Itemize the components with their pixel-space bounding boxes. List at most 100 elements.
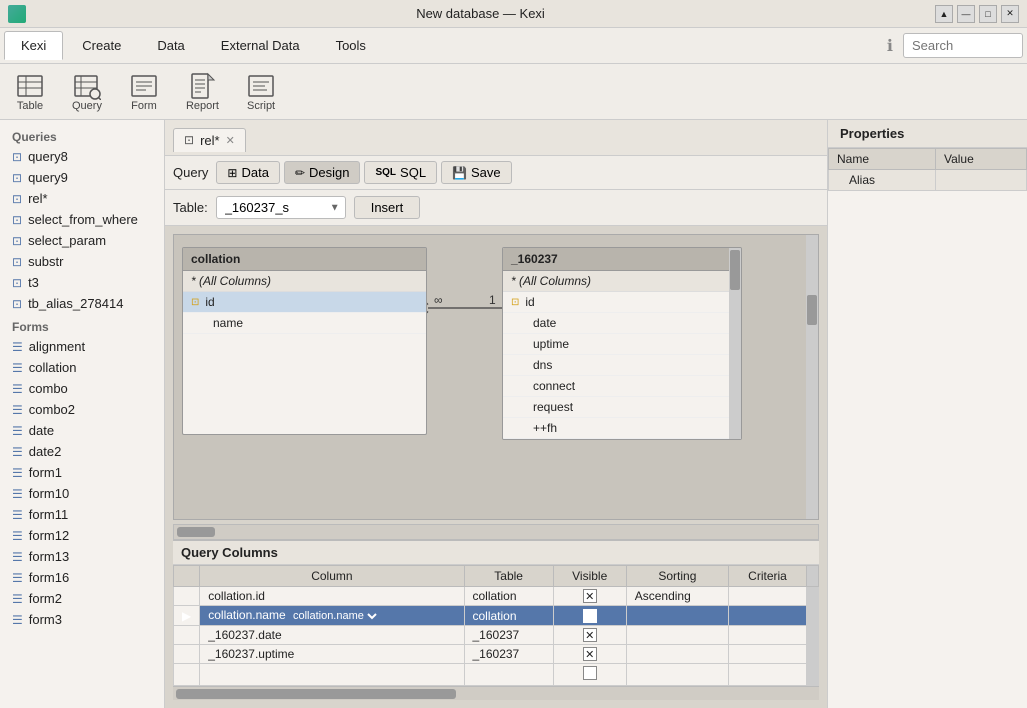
table-box-160237-ffh[interactable]: ++fh <box>503 418 741 439</box>
col-sorting[interactable] <box>626 645 728 664</box>
sidebar-item-form11[interactable]: ☰form11 <box>0 504 164 525</box>
col-table[interactable] <box>464 664 553 686</box>
col-column[interactable] <box>200 664 464 686</box>
toolbar-report[interactable]: Report <box>178 68 227 116</box>
design-button[interactable]: ✏ Design <box>284 161 361 184</box>
sidebar: Queries ⊡query8 ⊡query9 ⊡rel* ⊡select_fr… <box>0 120 165 708</box>
col-table[interactable]: collation <box>464 606 553 626</box>
col-visible[interactable]: ✕ <box>553 606 626 626</box>
col-visible[interactable]: ✕ <box>553 645 626 664</box>
row-arrow: ▶ <box>174 606 200 626</box>
table-box-160237-uptime[interactable]: uptime <box>503 334 741 355</box>
menu-tab-create[interactable]: Create <box>65 31 138 60</box>
toolbar-query[interactable]: Query <box>64 68 110 116</box>
toolbar-table[interactable]: Table <box>8 68 52 116</box>
checkbox-checked[interactable]: ✕ <box>583 647 597 661</box>
menu-tab-data[interactable]: Data <box>140 31 201 60</box>
col-criteria[interactable] <box>729 626 807 645</box>
table-select[interactable]: _160237_s <box>216 196 346 219</box>
checkbox-checked[interactable]: ✕ <box>583 609 597 623</box>
menu-tab-kexi[interactable]: Kexi <box>4 31 63 60</box>
window-title: New database — Kexi <box>26 6 935 21</box>
sidebar-item-query8[interactable]: ⊡query8 <box>0 146 164 167</box>
sidebar-item-form3[interactable]: ☰form3 <box>0 609 164 630</box>
col-sorting[interactable] <box>626 626 728 645</box>
col-criteria[interactable] <box>729 587 807 606</box>
col-sorting[interactable]: Ascending <box>626 587 728 606</box>
column-select[interactable]: collation.name <box>289 609 380 623</box>
sidebar-item-form10[interactable]: ☰form10 <box>0 483 164 504</box>
table-box-160237-connect[interactable]: connect <box>503 376 741 397</box>
col-column[interactable]: collation.name collation.name <box>200 606 464 626</box>
save-button[interactable]: 💾 Save <box>441 161 512 184</box>
sidebar-item-alignment[interactable]: ☰alignment <box>0 336 164 357</box>
col-table[interactable]: collation <box>464 587 553 606</box>
col-table[interactable]: _160237 <box>464 626 553 645</box>
toolbar-form[interactable]: Form <box>122 68 166 116</box>
table-box-160237-allcols[interactable]: * (All Columns) <box>503 271 741 292</box>
data-button[interactable]: ⊞ Data <box>216 161 280 184</box>
col-visible[interactable] <box>553 664 626 686</box>
sidebar-item-select-from-where[interactable]: ⊡select_from_where <box>0 209 164 230</box>
design-hscroll[interactable] <box>173 524 819 540</box>
col-column[interactable]: _160237.uptime <box>200 645 464 664</box>
table-box-collation-name[interactable]: name <box>183 313 426 334</box>
table-box-160237-request[interactable]: request <box>503 397 741 418</box>
sidebar-item-date[interactable]: ☰date <box>0 420 164 441</box>
col-visible[interactable]: ✕ <box>553 587 626 606</box>
win-btn-up[interactable]: ▲ <box>935 5 953 23</box>
design-area-vscroll[interactable] <box>806 235 818 519</box>
col-sorting[interactable] <box>626 606 728 626</box>
sidebar-item-query9[interactable]: ⊡query9 <box>0 167 164 188</box>
table-box-160237-id[interactable]: ⊡ id <box>503 292 741 313</box>
toolbar-script[interactable]: Script <box>239 68 283 116</box>
search-input[interactable] <box>903 33 1023 58</box>
sidebar-item-form12[interactable]: ☰form12 <box>0 525 164 546</box>
qc-hscroll[interactable] <box>173 686 819 700</box>
sidebar-item-substr[interactable]: ⊡substr <box>0 251 164 272</box>
checkbox-unchecked[interactable] <box>583 666 597 680</box>
col-column[interactable]: _160237.date <box>200 626 464 645</box>
col-criteria[interactable] <box>729 606 807 626</box>
menu-tab-external-data[interactable]: External Data <box>204 31 317 60</box>
prop-value-alias[interactable] <box>935 170 1026 191</box>
win-btn-maximize[interactable]: □ <box>979 5 997 23</box>
col-column[interactable]: collation.id <box>200 587 464 606</box>
sidebar-item-form16[interactable]: ☰form16 <box>0 567 164 588</box>
col-visible[interactable]: ✕ <box>553 626 626 645</box>
table-box-collation-allcols[interactable]: * (All Columns) <box>183 271 426 292</box>
sidebar-item-combo2[interactable]: ☰combo2 <box>0 399 164 420</box>
table-box-scrollbar[interactable] <box>729 248 741 439</box>
menu-tab-tools[interactable]: Tools <box>319 31 383 60</box>
toolbar-query-label: Query <box>72 100 102 112</box>
sidebar-item-select-param[interactable]: ⊡select_param <box>0 230 164 251</box>
sidebar-item-combo[interactable]: ☰combo <box>0 378 164 399</box>
table-box-160237-date[interactable]: date <box>503 313 741 334</box>
query-icon <box>73 72 101 100</box>
close-icon[interactable]: ✕ <box>226 134 235 147</box>
win-btn-minimize[interactable]: — <box>957 5 975 23</box>
table-box-collation-id[interactable]: ⊡ id <box>183 292 426 313</box>
info-icon[interactable]: ℹ <box>887 36 893 56</box>
sidebar-item-form1[interactable]: ☰form1 <box>0 462 164 483</box>
insert-button[interactable]: Insert <box>354 196 421 219</box>
sidebar-item-form13[interactable]: ☰form13 <box>0 546 164 567</box>
col-criteria[interactable] <box>729 645 807 664</box>
col-table[interactable]: _160237 <box>464 645 553 664</box>
sql-button[interactable]: SQL SQL <box>364 161 437 184</box>
sidebar-item-collation[interactable]: ☰collation <box>0 357 164 378</box>
col-header-visible: Visible <box>553 566 626 587</box>
table-box-160237-dns[interactable]: dns <box>503 355 741 376</box>
col-criteria[interactable] <box>729 664 807 686</box>
sidebar-item-date2[interactable]: ☰date2 <box>0 441 164 462</box>
checkbox-checked[interactable]: ✕ <box>583 628 597 642</box>
doc-tab-rel[interactable]: ⊡ rel* ✕ <box>173 128 246 152</box>
checkbox-checked[interactable]: ✕ <box>583 589 597 603</box>
sidebar-item-tb-alias[interactable]: ⊡tb_alias_278414 <box>0 293 164 314</box>
col-sorting[interactable] <box>626 664 728 686</box>
qc-vscroll[interactable] <box>807 587 819 686</box>
win-btn-close[interactable]: ✕ <box>1001 5 1019 23</box>
sidebar-item-rel[interactable]: ⊡rel* <box>0 188 164 209</box>
sidebar-item-t3[interactable]: ⊡t3 <box>0 272 164 293</box>
sidebar-item-form2[interactable]: ☰form2 <box>0 588 164 609</box>
